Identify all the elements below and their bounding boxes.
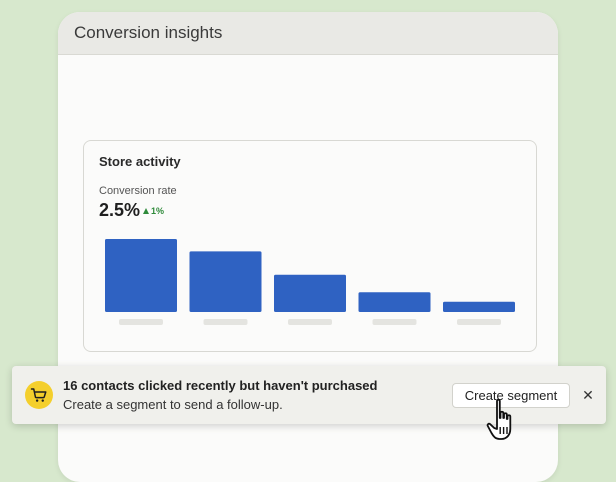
chart-bar — [274, 274, 346, 312]
x-tick-label-placeholder — [288, 319, 332, 325]
chart-bar — [443, 301, 515, 312]
x-tick-label-placeholder — [372, 319, 417, 325]
toast-title: 16 contacts clicked recently but haven't… — [63, 378, 378, 393]
window-title: Conversion insights — [74, 23, 223, 42]
window-titlebar: Conversion insights — [58, 12, 558, 55]
hand-pointer-cursor-icon — [486, 398, 512, 440]
x-tick-label-placeholder — [203, 319, 248, 325]
close-icon[interactable]: ✕ — [578, 385, 598, 405]
shopping-cart-icon — [30, 388, 47, 402]
bar-chart — [105, 239, 515, 325]
chart-bar — [189, 251, 262, 312]
store-activity-card: Store activity Conversion rate 2.5% 1% — [83, 140, 537, 352]
cart-icon-badge — [25, 381, 53, 409]
chart-bar — [358, 292, 431, 312]
x-tick-label-placeholder — [119, 319, 163, 325]
chart-bar — [105, 239, 177, 312]
x-tick-label-placeholder — [457, 319, 501, 325]
toast-subtitle: Create a segment to send a follow-up. — [63, 397, 283, 412]
